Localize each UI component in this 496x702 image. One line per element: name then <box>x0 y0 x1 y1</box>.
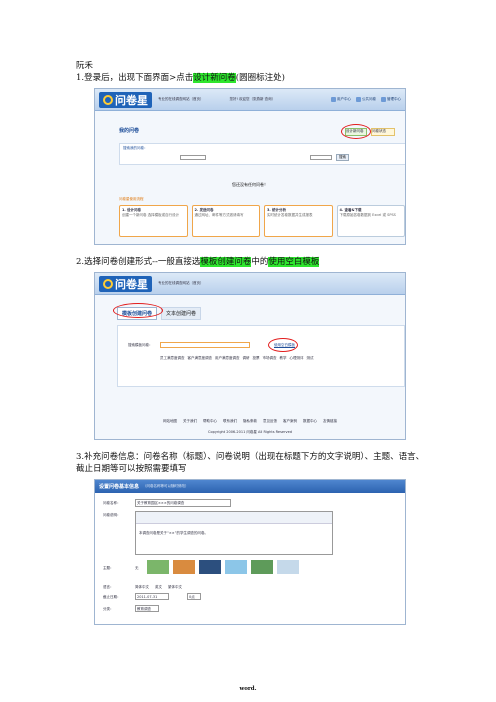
tab-text-create[interactable]: 文本创建问卷 <box>161 307 202 320</box>
theme-thumbnail[interactable] <box>251 560 273 574</box>
my-surveys-title: 我的问卷 <box>119 128 140 134</box>
category-link[interactable]: 客户满意度调查 <box>188 356 213 361</box>
basic-info-note: （问卷名称等可以随时修改） <box>143 484 189 488</box>
search-button[interactable]: 搜索 <box>336 154 349 161</box>
site-header: 问卷星 专业的在线调查网站（首页） 您好! 欢迎您（张燕新 查询） 用户中心 公… <box>95 89 405 111</box>
template-search-label: 搜索模板问卷： <box>128 343 153 347</box>
language-option[interactable]: 英文 <box>155 585 162 590</box>
hour-select[interactable]: 0点 <box>187 593 201 600</box>
logo-icon <box>103 278 113 289</box>
status-select[interactable] <box>180 155 206 160</box>
footer-link[interactable]: 数据中心 <box>303 419 317 424</box>
template-categories: 员工满意度调查 客户满意度调查 用户满意度调查 调研 投票 市场调查 教学 心理… <box>160 356 390 361</box>
author-line: 阮禾 <box>76 61 94 71</box>
user-icon <box>331 97 336 102</box>
search-panel: 搜索我的问卷： 搜索 <box>119 143 405 165</box>
survey-name-input[interactable] <box>310 155 332 160</box>
footer-link[interactable]: 联系我们 <box>223 419 237 424</box>
category-link[interactable]: 投票 <box>253 356 260 361</box>
category-link[interactable]: 市场调查 <box>263 356 277 361</box>
template-search-input[interactable] <box>160 342 250 348</box>
theme-none-option[interactable]: 无 <box>135 566 139 571</box>
footer-link[interactable]: 帮助中心 <box>203 419 217 424</box>
nav-management[interactable]: 管理中心 <box>381 97 401 102</box>
site-slogan: 专业的在线调查网站（首页） <box>158 97 204 101</box>
globe-icon <box>356 97 361 102</box>
site-logo[interactable]: 问卷星 <box>99 91 152 108</box>
language-option[interactable]: 繁体中文 <box>168 585 182 590</box>
step-card: 4. 查看&下载 下载原始答卷数据到 Excel 或 SPSS <box>336 205 405 237</box>
search-panel-title: 搜索我的问卷： <box>123 146 148 150</box>
theme-thumbnail[interactable] <box>147 560 169 574</box>
language-label: 语言： <box>103 585 114 589</box>
category-link[interactable]: 调研 <box>243 356 250 361</box>
site-header: 问卷星 专业的在线调查网站（首页） <box>95 273 405 295</box>
page-footer: word. <box>239 686 257 692</box>
language-option[interactable]: 简体中文 <box>135 585 149 590</box>
theme-thumbnail[interactable] <box>277 560 299 574</box>
footer-link[interactable]: 隐私条款 <box>243 419 257 424</box>
highlight-circle <box>268 338 298 352</box>
survey-name-input[interactable]: 关于教育园区×××的问卷调查 <box>135 499 231 507</box>
category-label: 分类： <box>103 607 114 611</box>
site-slogan: 专业的在线调查网站（首页） <box>158 281 204 285</box>
description-editor[interactable]: 本调查问卷是关于“××”的学生调查的问卷。 <box>135 511 333 555</box>
step-card: 3. 统计分析 实时统计答卷数据并生成报表 <box>264 205 333 237</box>
theme-thumbnail[interactable] <box>199 560 221 574</box>
top-nav: 用户中心 公共问卷 管理中心 <box>331 97 401 102</box>
category-link[interactable]: 用户满意度调查 <box>215 356 240 361</box>
empty-notice: 您还没有任何问卷！ <box>232 182 268 187</box>
footer-link[interactable]: 意见反馈 <box>263 419 277 424</box>
footer-link[interactable]: 网站地图 <box>163 419 177 424</box>
category-link[interactable]: 员工满意度调查 <box>160 356 185 361</box>
screenshot-create-form: 问卷星 专业的在线调查网站（首页） 模板创建问卷 文本创建问卷 搜索模板问卷： … <box>94 272 406 440</box>
gear-icon <box>381 97 386 102</box>
language-options: 简体中文 英文 繁体中文 <box>135 585 182 590</box>
screenshot-basic-info: 设置问卷基本信息 （问卷名称等可以随时修改） 问卷名称： 关于教育园区×××的问… <box>94 479 406 625</box>
site-logo[interactable]: 问卷星 <box>99 275 152 292</box>
step2-line: 2.选择问卷创建形式--一般直接选模板创建问卷中的使用空白模板 <box>76 257 320 267</box>
copyright: Copyright 2006-2011 问卷星 All Rights Reser… <box>208 430 292 434</box>
template-panel: 搜索模板问卷： 使用空白模板 员工满意度调查 客户满意度调查 用户满意度调查 调… <box>117 325 405 387</box>
category-link[interactable]: 教学 <box>280 356 287 361</box>
basic-info-header: 设置问卷基本信息 （问卷名称等可以随时修改） <box>95 480 405 493</box>
theme-thumbnails <box>147 560 299 574</box>
basic-info-title: 设置问卷基本信息 <box>99 484 140 490</box>
screenshot-dashboard: 问卷星 专业的在线调查网站（首页） 您好! 欢迎您（张燕新 查询） 用户中心 公… <box>94 88 406 245</box>
deadline-label: 截止日期： <box>103 595 121 599</box>
name-label: 问卷名称： <box>103 501 121 505</box>
process-title: 问卷星使用流程 <box>119 197 144 201</box>
description-text: 本调查问卷是关于“××”的学生调查的问卷。 <box>139 531 208 535</box>
highlight-circle <box>341 124 371 139</box>
footer-links: 网站地图 关于我们 帮助中心 联系我们 隐私条款 意见反馈 客户案例 数据中心 … <box>95 419 405 424</box>
editor-toolbar[interactable] <box>136 512 332 524</box>
step-card: 2. 发送问卷 通过网址、邮件等方式邀请填写 <box>191 205 260 237</box>
theme-thumbnail[interactable] <box>225 560 247 574</box>
nav-public-surveys[interactable]: 公共问卷 <box>356 97 376 102</box>
deadline-input[interactable]: 2011-07-31 <box>135 593 169 600</box>
step3-line2: 截止日期等可以按照需要填写 <box>76 464 187 474</box>
logo-icon <box>103 94 113 105</box>
footer-link[interactable]: 关于我们 <box>183 419 197 424</box>
highlight-circle <box>113 303 163 318</box>
welcome-text: 您好! 欢迎您（张燕新 查询） <box>229 97 276 101</box>
step-card: 1. 设计问卷 创建一个新问卷 选择模板或自行设计 <box>119 205 188 237</box>
category-link[interactable]: 测试 <box>307 356 314 361</box>
survey-status-button[interactable]: 问卷状态 <box>371 128 395 136</box>
step3-line1: 3.补充问卷信息：问卷名称（标题）、问卷说明（出现在标题下方的文字说明）、主题、… <box>76 452 425 462</box>
nav-user-center[interactable]: 用户中心 <box>331 97 351 102</box>
footer-link[interactable]: 客户案例 <box>283 419 297 424</box>
footer-link[interactable]: 友情链接 <box>323 419 337 424</box>
theme-thumbnail[interactable] <box>173 560 195 574</box>
category-link[interactable]: 心理测评 <box>290 356 304 361</box>
process-steps: 1. 设计问卷 创建一个新问卷 选择模板或自行设计 2. 发送问卷 通过网址、邮… <box>119 205 405 237</box>
theme-label: 主题： <box>103 566 114 570</box>
category-select[interactable]: 教育调查 <box>135 605 159 612</box>
desc-label: 问卷说明： <box>103 513 121 517</box>
step1-line: 1.登录后，出现下面界面>点击设计新问卷(圆圈标注处) <box>76 73 285 83</box>
